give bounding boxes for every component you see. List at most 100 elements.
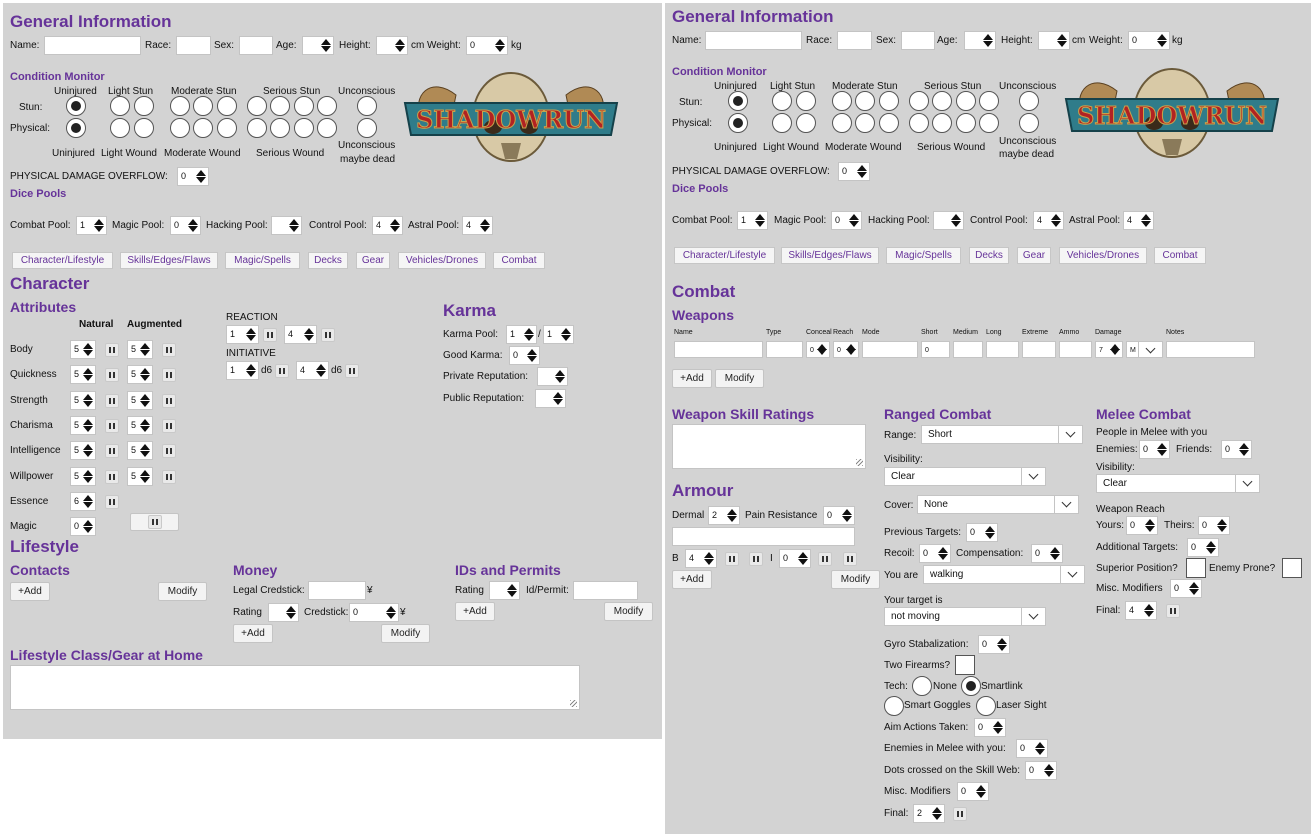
initiative-dice-icon[interactable] (275, 364, 289, 378)
attr-natural-spinner[interactable]: 0 (70, 517, 96, 537)
money-modify-button[interactable]: Modify (381, 624, 430, 643)
melee-misc-spinner[interactable]: 0 (1170, 579, 1202, 598)
weight-spinner[interactable]: 0 (1128, 31, 1170, 50)
reaction-dice-icon-2[interactable] (321, 328, 335, 342)
race-input[interactable] (176, 36, 211, 55)
enemy-prone-checkbox[interactable] (1282, 558, 1302, 578)
stun-box-3[interactable] (796, 91, 816, 111)
ballistic-dice-icon[interactable] (725, 552, 739, 566)
impact-dice-icon[interactable] (818, 552, 832, 566)
weapon-modify-button[interactable]: Modify (715, 369, 764, 388)
weapon-name-input[interactable] (674, 341, 763, 358)
stun-box-5[interactable] (193, 96, 213, 116)
weapon-type-input[interactable] (766, 341, 803, 358)
attr-natural-dice-icon[interactable] (105, 368, 119, 383)
money-add-button[interactable]: +Add (233, 624, 273, 643)
tab-vehicles-drones[interactable]: Vehicles/Drones (1059, 247, 1147, 264)
magic-pool-spinner[interactable]: 0 (831, 211, 862, 230)
reaction-spinner-2[interactable]: 4 (284, 325, 317, 344)
weapon-ammo-input[interactable] (1059, 341, 1092, 358)
weapon-extreme-input[interactable] (1022, 341, 1056, 358)
stun-box-11[interactable] (357, 96, 377, 116)
tab-combat[interactable]: Combat (1154, 247, 1206, 264)
tab-magic-spells[interactable]: Magic/Spells (886, 247, 961, 264)
attr-natural-spinner[interactable]: 5 (70, 466, 96, 486)
impact-dice-icon-2[interactable] (843, 552, 857, 566)
compensation-spinner[interactable]: 0 (1031, 544, 1063, 563)
recoil-spinner[interactable]: 0 (919, 544, 951, 563)
stun-box-7[interactable] (247, 96, 267, 116)
contacts-add-button[interactable]: +Add (10, 582, 50, 601)
physical-box-7[interactable] (909, 113, 929, 133)
tab-combat[interactable]: Combat (493, 252, 545, 269)
physical-box-3[interactable] (796, 113, 816, 133)
overflow-spinner[interactable]: 0 (838, 162, 870, 181)
attr-natural-spinner[interactable]: 5 (70, 365, 96, 385)
magic-pool-spinner[interactable]: 0 (170, 216, 201, 235)
attr-augmented-dice-icon[interactable] (162, 469, 176, 484)
friends-spinner[interactable]: 0 (1221, 440, 1252, 459)
gyro-spinner[interactable]: 0 (978, 635, 1010, 654)
contacts-modify-button[interactable]: Modify (158, 582, 207, 601)
karma-pool-spinner-1[interactable]: 1 (506, 325, 537, 344)
range-select[interactable]: Short (921, 425, 1083, 444)
stun-box-2[interactable] (110, 96, 130, 116)
stun-box-6[interactable] (879, 91, 899, 111)
reaction-spinner-1[interactable]: 1 (226, 325, 259, 344)
age-spinner[interactable] (302, 36, 334, 55)
attr-augmented-spinner[interactable]: 5 (127, 415, 153, 435)
physical-box-4[interactable] (832, 113, 852, 133)
enemies-melee-spinner[interactable]: 0 (1016, 739, 1048, 758)
magic-roll-button[interactable] (130, 513, 179, 531)
physical-box-3[interactable] (134, 118, 154, 138)
armour-description-input[interactable] (672, 527, 855, 546)
tech-smartlink-radio[interactable] (961, 676, 981, 696)
attr-natural-dice-icon[interactable] (105, 494, 119, 509)
pain-resistance-spinner[interactable]: 0 (823, 506, 855, 525)
attr-natural-spinner[interactable]: 5 (70, 415, 96, 435)
ranged-misc-spinner[interactable]: 0 (957, 782, 989, 801)
attr-augmented-spinner[interactable]: 5 (127, 441, 153, 461)
attr-augmented-dice-icon[interactable] (162, 418, 176, 433)
attr-natural-spinner[interactable]: 5 (70, 390, 96, 410)
lifestyle-class-textarea[interactable] (10, 665, 580, 710)
initiative-dice-icon-2[interactable] (345, 364, 359, 378)
physical-box-2[interactable] (772, 113, 792, 133)
yours-spinner[interactable]: 0 (1126, 516, 1158, 535)
enemies-spinner[interactable]: 0 (1139, 440, 1170, 459)
attr-natural-dice-icon[interactable] (105, 393, 119, 408)
weapon-reach-spinner[interactable]: 0 (833, 341, 859, 358)
private-reputation-spinner[interactable] (537, 367, 568, 386)
stun-box-8[interactable] (270, 96, 290, 116)
hacking-pool-spinner[interactable] (271, 216, 302, 235)
previous-targets-spinner[interactable]: 0 (966, 523, 998, 542)
attr-augmented-dice-icon[interactable] (162, 444, 176, 459)
stun-box-11[interactable] (1019, 91, 1039, 111)
weapon-medium-input[interactable] (953, 341, 983, 358)
tab-magic-spells[interactable]: Magic/Spells (225, 252, 300, 269)
karma-pool-spinner-2[interactable]: 1 (543, 325, 574, 344)
tab-decks[interactable]: Decks (969, 247, 1009, 264)
stun-box-8[interactable] (932, 91, 952, 111)
ranged-roll-dice-icon[interactable] (953, 807, 967, 821)
attr-augmented-spinner[interactable]: 5 (127, 390, 153, 410)
weapon-skill-textarea[interactable] (672, 424, 866, 469)
weapon-long-input[interactable] (986, 341, 1019, 358)
attr-natural-dice-icon[interactable] (105, 343, 119, 357)
tech-laser-radio[interactable] (976, 696, 996, 716)
attr-natural-spinner[interactable]: 5 (70, 340, 96, 359)
stun-box-2[interactable] (772, 91, 792, 111)
physical-box-11[interactable] (357, 118, 377, 138)
additional-targets-spinner[interactable]: 0 (1187, 538, 1219, 557)
stun-box-6[interactable] (217, 96, 237, 116)
stun-box-10[interactable] (979, 91, 999, 111)
dots-crossed-spinner[interactable]: 0 (1025, 761, 1057, 780)
weapon-mode-input[interactable] (862, 341, 918, 358)
sex-input[interactable] (239, 36, 273, 55)
weapon-notes-input[interactable] (1166, 341, 1255, 358)
stun-box-10[interactable] (317, 96, 337, 116)
attr-natural-spinner[interactable]: 6 (70, 491, 96, 511)
public-reputation-spinner[interactable] (535, 389, 566, 408)
melee-visibility-select[interactable]: Clear (1096, 474, 1260, 493)
tech-goggles-radio[interactable] (884, 696, 904, 716)
